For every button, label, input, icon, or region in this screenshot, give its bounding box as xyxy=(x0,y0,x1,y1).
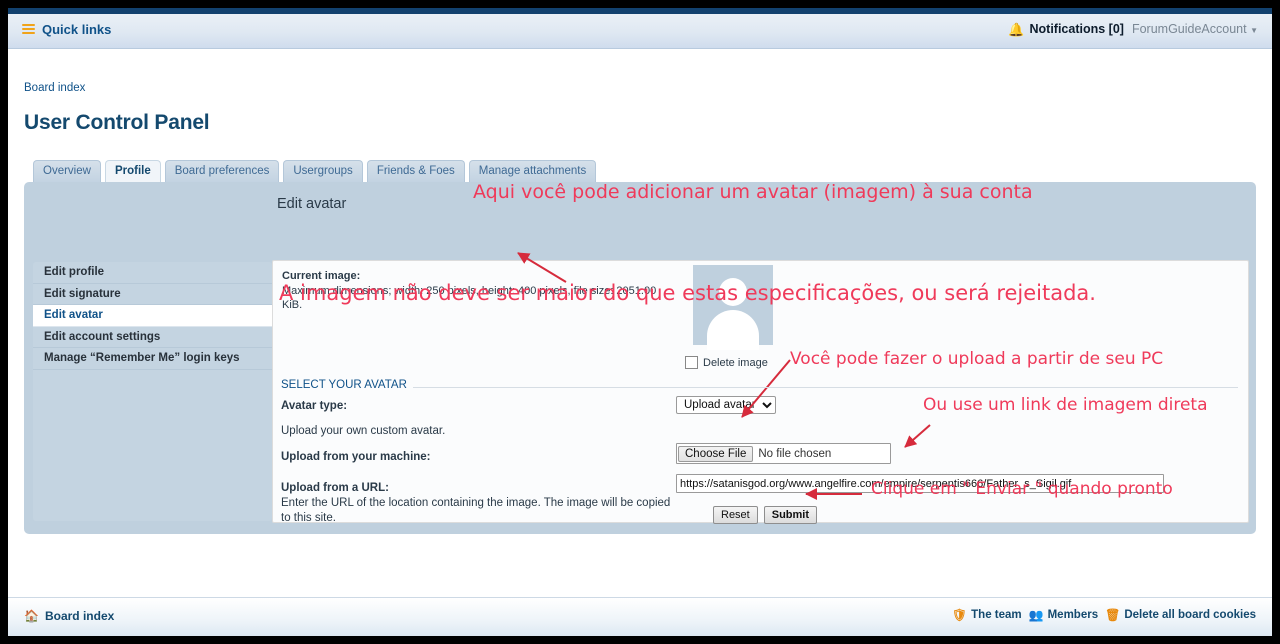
delete-image-label: Delete image xyxy=(703,356,768,369)
reset-button[interactable]: Reset xyxy=(713,506,758,524)
avatar-type-label: Avatar type: xyxy=(281,400,348,412)
site-header: Quick links 🔔 Notifications [0] ForumGui… xyxy=(8,14,1272,49)
legend-divider xyxy=(281,387,1238,388)
account-menu[interactable]: ForumGuideAccount ▼ xyxy=(1132,22,1258,36)
people-icon: 👥 xyxy=(1028,608,1044,622)
home-icon: 🏠 xyxy=(24,609,39,623)
sidebar-item-edit-signature[interactable]: Edit signature xyxy=(33,284,272,306)
shield-icon: 🛡 xyxy=(951,608,968,622)
footer-link-delete-all-board-cookies[interactable]: 🗑 Delete all board cookies xyxy=(1105,609,1256,621)
choose-file-button[interactable]: Choose File xyxy=(678,445,754,462)
footer-link-label: The team xyxy=(971,609,1022,621)
footer-link-label: Delete all board cookies xyxy=(1124,609,1256,621)
page-body: Board index User Control Panel Overview P… xyxy=(8,49,1272,594)
sidebar-item-manage-remember-me-login-keys[interactable]: Manage “Remember Me” login keys xyxy=(33,348,272,370)
avatar-body-shape xyxy=(707,310,759,350)
site-footer: 🏠 Board index 🛡 The team 👥 Members 🗑 Delete a… xyxy=(8,597,1272,636)
delete-image-row: Delete image xyxy=(685,356,768,369)
trash-icon: 🗑 xyxy=(1105,608,1121,622)
avatar-type-select[interactable]: Upload avatar xyxy=(676,396,776,414)
sidebar-item-edit-avatar[interactable]: Edit avatar xyxy=(33,305,272,327)
upload-url-desc: Enter the URL of the location containing… xyxy=(281,496,671,524)
upload-desc-row: Upload your own custom avatar. xyxy=(281,425,445,437)
panel-heading: Edit avatar xyxy=(277,196,347,212)
tab-friends-foes[interactable]: Friends & Foes xyxy=(366,160,465,182)
current-image-label: Current image: xyxy=(282,270,361,282)
current-image-info: Current image: Maximum dimensions; width… xyxy=(282,269,662,313)
current-image-text: Maximum dimensions; width: 250 pixels, h… xyxy=(282,284,657,312)
select-your-avatar-legend: SELECT YOUR AVATAR xyxy=(281,379,1238,391)
ucp-sidebar: Edit profile Edit signature Edit avatar Edi… xyxy=(33,262,272,521)
footer-links: 🛡 The team 👥 Members 🗑 Delete all board cooki… xyxy=(952,609,1256,621)
upload-machine-label: Upload from your machine: xyxy=(281,451,431,463)
screenshot-viewport: Quick links 🔔 Notifications [0] ForumGui… xyxy=(0,0,1280,644)
tab-board-preferences[interactable]: Board preferences xyxy=(164,160,280,182)
footer-link-label: Members xyxy=(1047,609,1099,621)
avatar-type-label-row: Avatar type: xyxy=(281,400,347,412)
tab-overview[interactable]: Overview xyxy=(33,160,101,182)
avatar-type-select-wrap: Upload avatar xyxy=(676,395,776,414)
upload-url-label-row: Upload from a URL: Enter the URL of the … xyxy=(281,481,671,526)
chevron-down-icon: ▼ xyxy=(1250,26,1258,35)
footer-board-index-label: Board index xyxy=(44,609,115,623)
page-title: User Control Panel xyxy=(24,111,210,134)
quick-links-button[interactable]: Quick links xyxy=(22,22,111,37)
forum-page: Quick links 🔔 Notifications [0] ForumGui… xyxy=(8,8,1272,636)
header-right-group: 🔔 Notifications [0] ForumGuideAccount ▼ xyxy=(1008,22,1258,36)
hamburger-icon xyxy=(22,23,35,36)
upload-machine-label-row: Upload from your machine: xyxy=(281,451,431,463)
tab-usergroups[interactable]: Usergroups xyxy=(283,160,363,182)
sidebar-item-edit-account-settings[interactable]: Edit account settings xyxy=(33,327,272,349)
avatar-head-shape xyxy=(719,278,747,306)
submit-button[interactable]: Submit xyxy=(763,506,818,524)
footer-board-index-link[interactable]: 🏠 Board index xyxy=(24,609,114,623)
legend-text: SELECT YOUR AVATAR xyxy=(281,379,413,391)
account-label: ForumGuideAccount xyxy=(1131,22,1247,36)
bell-icon: 🔔 xyxy=(1008,21,1025,37)
tab-manage-attachments[interactable]: Manage attachments xyxy=(468,160,597,182)
quick-links-label: Quick links xyxy=(42,22,112,37)
edit-avatar-card: Current image: Maximum dimensions; width… xyxy=(272,260,1249,526)
avatar-url-input[interactable] xyxy=(676,474,1164,493)
upload-desc-text: Upload your own custom avatar. xyxy=(281,425,446,437)
avatar-preview xyxy=(693,265,773,350)
footer-link-members[interactable]: 👥 Members xyxy=(1029,609,1098,621)
delete-image-checkbox[interactable] xyxy=(685,356,698,369)
sidebar-item-edit-profile[interactable]: Edit profile xyxy=(33,262,272,284)
no-file-chosen-label: No file chosen xyxy=(758,447,832,460)
breadcrumb[interactable]: Board index xyxy=(24,82,85,94)
upload-url-label: Upload from a URL: xyxy=(281,482,389,494)
notifications-label: Notifications [0] xyxy=(1029,22,1124,36)
file-input[interactable]: Choose File No file chosen xyxy=(676,443,891,464)
notifications-button[interactable]: 🔔 Notifications [0] xyxy=(1008,22,1124,36)
form-buttons: Reset Submit xyxy=(713,506,818,524)
ucp-tabs: Overview Profile Board preferences Usergrou… xyxy=(33,160,597,182)
tab-profile[interactable]: Profile xyxy=(104,160,161,182)
footer-link-the-team[interactable]: 🛡 The team xyxy=(952,609,1022,621)
ucp-panel: Edit avatar Edit profile Edit signature Ed… xyxy=(24,182,1256,534)
